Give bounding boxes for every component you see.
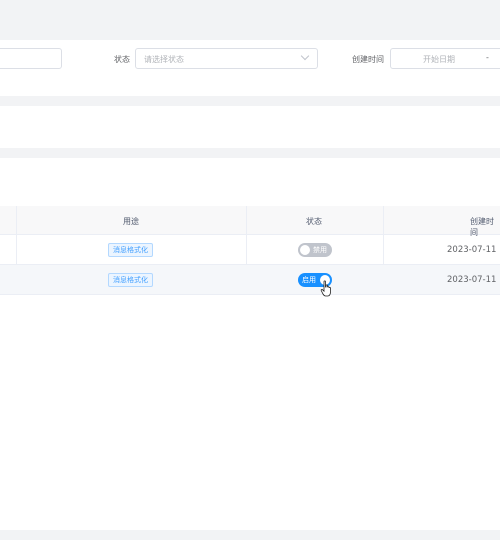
date-range-separator: - bbox=[486, 53, 489, 62]
pointer-cursor-icon bbox=[320, 280, 331, 297]
status-select-placeholder: 请选择状态 bbox=[144, 55, 184, 64]
table-header bbox=[0, 206, 500, 235]
table-row bbox=[0, 235, 500, 265]
switch-text: 禁用 bbox=[313, 246, 327, 254]
name-input[interactable] bbox=[0, 48, 62, 69]
column-header-status: 状态 bbox=[306, 217, 322, 226]
status-label: 状态 bbox=[114, 55, 130, 64]
chevron-down-icon bbox=[300, 51, 310, 61]
created-time-cell: 2023-07-11 1 bbox=[447, 245, 500, 255]
date-range-picker[interactable]: 开始日期 - bbox=[390, 48, 500, 69]
purpose-tag: 消息格式化 bbox=[108, 243, 153, 257]
created-time-cell: 2023-07-11 1 bbox=[447, 275, 500, 285]
status-switch[interactable]: 禁用 bbox=[298, 243, 332, 257]
table-row bbox=[0, 265, 500, 295]
switch-text: 启用 bbox=[302, 276, 316, 284]
created-time-label: 创建时间 bbox=[352, 55, 384, 64]
column-header-purpose: 用途 bbox=[123, 217, 139, 226]
switch-knob bbox=[300, 245, 310, 255]
bottom-bar bbox=[0, 540, 500, 550]
start-date-placeholder: 开始日期 bbox=[423, 55, 455, 64]
toolbar-panel bbox=[0, 106, 500, 148]
status-select[interactable]: 请选择状态 bbox=[135, 48, 318, 69]
purpose-tag: 消息格式化 bbox=[108, 273, 153, 287]
filter-panel: 状态 请选择状态 创建时间 开始日期 - bbox=[0, 40, 500, 96]
